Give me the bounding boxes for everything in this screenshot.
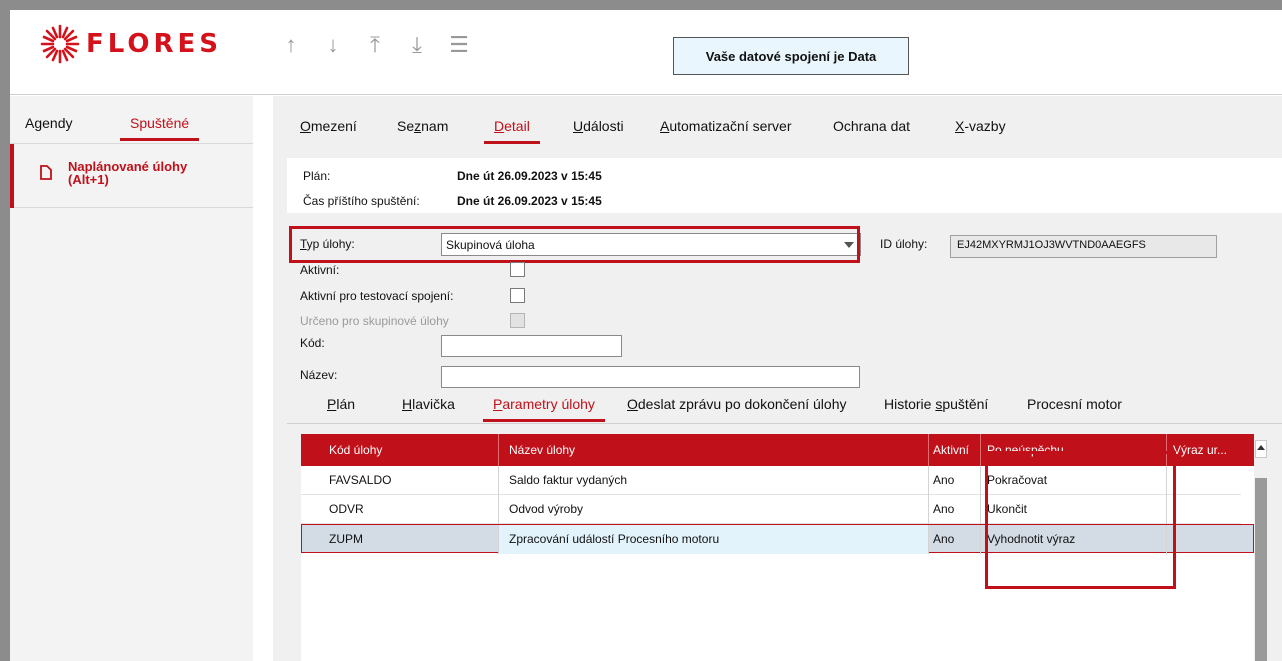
active-indicator: [10, 144, 14, 208]
toolbar-icons: ↑ ↓ ⤒ ⤓ ☰: [280, 32, 470, 58]
sidebar-tabs: Agendy Spuštěné: [10, 96, 253, 144]
arrow-down-icon[interactable]: ↓: [322, 32, 344, 58]
window-frame-top: [0, 0, 1282, 10]
move-to-top-icon[interactable]: ⤒: [364, 32, 386, 58]
document-icon: [40, 165, 52, 180]
plan-row: Plán: Dne út 26.09.2023 v 15:45: [303, 169, 602, 183]
menu-icon[interactable]: ☰: [448, 32, 470, 58]
splitter[interactable]: [253, 96, 273, 661]
grid-scrollbar[interactable]: [1254, 434, 1268, 661]
tab-detail[interactable]: Detail: [484, 118, 540, 144]
scroll-up-icon[interactable]: [1255, 440, 1267, 458]
group-task-checkbox: [510, 313, 525, 328]
tab-x-vazby[interactable]: X-vazby: [955, 118, 1006, 134]
tab-udalosti[interactable]: Události: [573, 118, 624, 134]
task-id-field[interactable]: EJ42MXYRMJ1OJ3WVTND0AAEGFS: [950, 235, 1217, 258]
subtab-historie-spusteni[interactable]: Historie spuštění: [884, 396, 988, 412]
next-run-row: Čas příštího spuštění: Dne út 26.09.2023 …: [303, 194, 602, 208]
tab-omezeni[interactable]: Omezení: [300, 118, 357, 134]
detail-subtabs: Plán Hlavička Parametry úlohy Odeslat zp…: [287, 386, 1282, 424]
plan-value: Dne út 26.09.2023 v 15:45: [457, 169, 602, 183]
next-run-value: Dne út 26.09.2023 v 15:45: [457, 194, 602, 208]
active-label: Aktivní:: [300, 263, 340, 277]
column-header-expression[interactable]: Výraz ur...: [1167, 434, 1254, 466]
code-label: Kód:: [300, 336, 325, 350]
subtab-plan[interactable]: Plán: [327, 396, 355, 412]
connection-info[interactable]: Vaše datové spojení je Data: [673, 37, 909, 75]
sidebar-item-label: Naplánované úlohy (Alt+1): [68, 159, 188, 187]
arrow-up-icon[interactable]: ↑: [280, 32, 302, 58]
sidebar: Agendy Spuštěné Naplánované úlohy (Alt+1…: [10, 96, 253, 661]
column-header-code[interactable]: Kód úlohy: [301, 434, 499, 466]
group-task-label: Určeno pro skupinové úlohy: [300, 314, 449, 328]
flores-burst-icon: [40, 24, 80, 64]
subtab-odeslat-zpravu[interactable]: Odeslat zprávu po dokončení úlohy: [627, 396, 846, 412]
main-nav: Omezení Seznam Detail Události Automatiz…: [287, 96, 1282, 146]
subtab-procesni-motor[interactable]: Procesní motor: [1027, 396, 1122, 412]
top-bar: FLORES ↑ ↓ ⤒ ⤓ ☰ Vaše datové spojení je …: [10, 10, 1282, 95]
sidebar-tab-agendy[interactable]: Agendy: [25, 115, 72, 131]
code-field[interactable]: [441, 335, 622, 357]
highlight-on-failure-column: [985, 451, 1176, 589]
name-label: Název:: [300, 368, 338, 382]
panel-gutter: [273, 96, 287, 661]
column-header-active[interactable]: Aktivní: [929, 434, 981, 466]
main-panel: Omezení Seznam Detail Události Automatiz…: [287, 96, 1282, 661]
subtab-hlavicka[interactable]: Hlavička: [402, 396, 455, 412]
plan-summary: Plán: Dne út 26.09.2023 v 15:45 Čas příšt…: [287, 158, 1282, 213]
active-test-label: Aktivní pro testovací spojení:: [300, 289, 454, 303]
flores-logo[interactable]: FLORES: [40, 24, 222, 64]
column-header-name[interactable]: Název úlohy: [499, 434, 929, 466]
active-test-checkbox[interactable]: [510, 288, 525, 303]
name-field[interactable]: [441, 366, 860, 388]
window-frame-left: [0, 0, 10, 661]
sidebar-tab-spustene[interactable]: Spuštěné: [119, 115, 200, 141]
scrollbar-thumb[interactable]: [1255, 478, 1267, 661]
tab-ochrana-dat[interactable]: Ochrana dat: [833, 118, 910, 134]
active-checkbox[interactable]: [510, 262, 525, 277]
tab-automatizacni-server[interactable]: Automatizační server: [660, 118, 792, 134]
subtab-parametry-ulohy[interactable]: Parametry úlohy: [483, 396, 605, 422]
highlight-task-type: [289, 226, 860, 263]
move-to-bottom-icon[interactable]: ⤓: [406, 32, 428, 58]
tab-seznam[interactable]: Seznam: [397, 118, 448, 134]
id-label: ID úlohy:: [880, 237, 928, 251]
sidebar-item-scheduled-tasks[interactable]: Naplánované úlohy (Alt+1): [10, 144, 253, 208]
logo-text: FLORES: [86, 29, 223, 59]
